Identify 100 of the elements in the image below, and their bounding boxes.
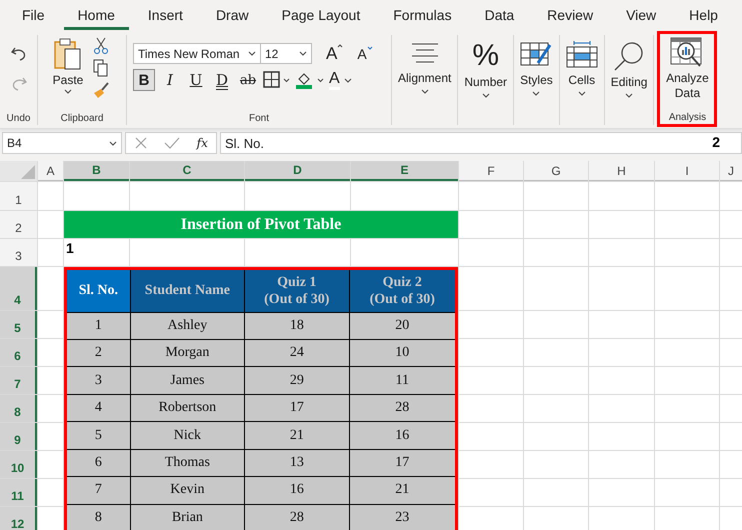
row-header[interactable]: 9 <box>0 423 37 450</box>
editing-button[interactable]: Editing <box>610 35 648 98</box>
table-cell: 18 <box>245 312 349 340</box>
row-header[interactable]: 7 <box>0 367 37 394</box>
column-header[interactable]: D <box>245 161 350 181</box>
font-style-button[interactable]: I <box>159 69 181 91</box>
font-name-dropdown[interactable]: Times New Roman <box>133 43 261 64</box>
borders-icon[interactable] <box>263 71 291 89</box>
ribbon-tab[interactable]: Data <box>470 0 528 30</box>
enter-icon[interactable] <box>164 136 180 150</box>
table-cell: James <box>130 367 244 394</box>
table-cell: 28 <box>245 504 349 530</box>
alignment-button[interactable]: Alignment <box>398 35 452 94</box>
column-header[interactable]: A <box>38 161 63 181</box>
caret-icon <box>420 89 429 94</box>
format-painter-icon[interactable] <box>93 81 112 99</box>
caret-icon <box>482 93 490 98</box>
cells-button[interactable]: Cells <box>566 35 598 96</box>
ribbon-tab[interactable]: Review <box>533 0 608 30</box>
font-style-button[interactable]: D <box>211 69 233 91</box>
table-cell: 5 <box>67 422 130 449</box>
name-box[interactable]: B4 <box>2 132 122 154</box>
ribbon-tab[interactable]: Formulas <box>379 0 466 30</box>
select-all-icon[interactable] <box>21 165 35 179</box>
column-header[interactable]: J <box>720 161 742 181</box>
row-header[interactable]: 3 <box>0 239 37 266</box>
row-header[interactable]: 8 <box>0 395 37 422</box>
header-cell[interactable]: Student Name <box>130 270 244 312</box>
table-cell: 20 <box>350 312 455 340</box>
header-cell[interactable]: Sl. No. <box>67 270 130 312</box>
ribbon-tab[interactable]: File <box>8 0 59 30</box>
shrink-font-button[interactable]: A <box>357 46 373 62</box>
font-style-button[interactable]: B <box>133 69 155 91</box>
styles-button[interactable]: Styles <box>520 35 553 96</box>
header-cell[interactable]: Quiz 2 (Out of 30) <box>350 270 455 312</box>
caret-icon <box>248 51 256 56</box>
analyze-data-icon <box>670 37 704 69</box>
table-cell: 6 <box>67 450 130 476</box>
table-cell: 21 <box>245 422 349 449</box>
font-style-button[interactable]: ab <box>237 69 259 91</box>
row-header[interactable]: 12 <box>0 507 37 530</box>
table-cell: 16 <box>245 477 349 504</box>
row-header[interactable]: 2 <box>0 211 37 238</box>
table-cell: 10 <box>350 340 455 366</box>
caret-icon <box>344 78 352 82</box>
column-header[interactable]: G <box>524 161 588 181</box>
paste-button[interactable]: Paste <box>52 37 84 99</box>
step-number: 2 <box>712 134 720 150</box>
table-cell: 4 <box>67 394 130 422</box>
table-title: Insertion of Pivot Table <box>64 211 458 238</box>
column-header[interactable]: C <box>130 161 244 181</box>
cut-icon[interactable] <box>93 37 110 55</box>
font-color-button[interactable]: A <box>329 70 352 90</box>
font-size-dropdown[interactable]: 12 <box>260 43 312 64</box>
table-cell: Brian <box>130 504 244 530</box>
number-button[interactable]: % Number <box>464 35 508 98</box>
row-header[interactable]: 5 <box>0 311 37 338</box>
copy-icon[interactable] <box>93 59 110 77</box>
cells-icon <box>566 41 598 69</box>
grow-font-button[interactable]: A <box>320 44 350 64</box>
column-header[interactable]: B <box>64 161 129 181</box>
table-cell: Nick <box>130 422 244 449</box>
group-label: Analysis <box>668 112 706 124</box>
ribbon-tab[interactable]: Insert <box>134 0 197 30</box>
analyze-data-button[interactable]: Analyze Data <box>662 34 712 101</box>
ribbon-tab[interactable]: Draw <box>202 0 263 30</box>
table-cell: Ashley <box>130 312 244 340</box>
ribbon-tab[interactable]: Help <box>675 0 732 30</box>
cancel-icon[interactable] <box>134 136 148 150</box>
row-header[interactable]: 11 <box>0 479 37 506</box>
column-header[interactable]: I <box>655 161 719 181</box>
table-cell: 11 <box>350 367 455 394</box>
undo-icon[interactable] <box>10 45 28 63</box>
font-style-button[interactable]: U <box>185 69 207 91</box>
table-cell: 24 <box>245 340 349 366</box>
table-cell: 2 <box>67 340 130 366</box>
column-header[interactable]: E <box>351 161 458 181</box>
ribbon-tab[interactable]: View <box>612 0 670 30</box>
row-header[interactable]: 10 <box>0 451 37 478</box>
row-header[interactable]: 6 <box>0 339 37 366</box>
group-label: Undo <box>6 113 30 125</box>
group-label: Clipboard <box>60 113 104 125</box>
table-cell: 16 <box>350 422 455 449</box>
table-cell: 17 <box>350 450 455 476</box>
table-cell: 28 <box>350 394 455 422</box>
row-header[interactable]: 1 <box>0 182 37 210</box>
caret-icon <box>337 44 344 48</box>
clipboard-icon <box>53 37 83 71</box>
table-cell: Thomas <box>130 450 244 476</box>
row-header[interactable]: 4 <box>0 267 37 310</box>
search-icon <box>613 41 646 71</box>
column-header[interactable]: F <box>459 161 523 181</box>
table-cell: 13 <box>245 450 349 476</box>
column-header[interactable]: H <box>589 161 654 181</box>
caret-icon <box>366 46 373 50</box>
header-cell[interactable]: Quiz 1 (Out of 30) <box>245 270 349 312</box>
ribbon-tab[interactable]: Page Layout <box>268 0 374 30</box>
caret-icon <box>64 89 72 94</box>
insert-function-button[interactable]: fx <box>196 136 208 150</box>
caret-icon <box>578 91 586 96</box>
